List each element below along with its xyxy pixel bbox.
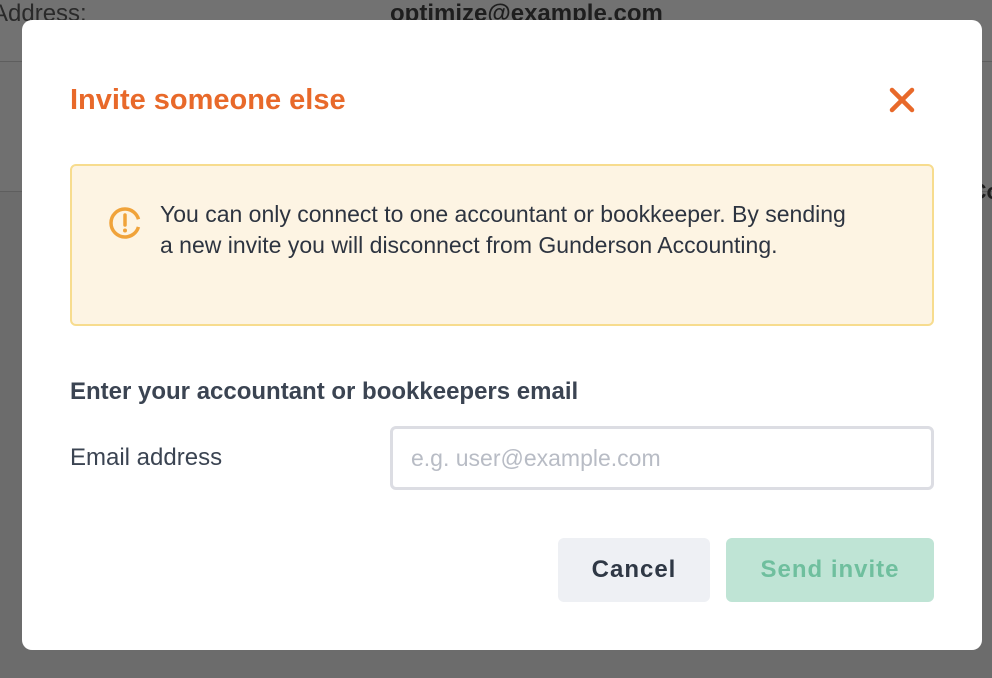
- send-invite-button[interactable]: Send invite: [726, 538, 934, 602]
- warning-text: You can only connect to one accountant o…: [160, 201, 846, 258]
- close-button[interactable]: [884, 82, 920, 118]
- modal-title: Invite someone else: [70, 84, 346, 116]
- cancel-button[interactable]: Cancel: [558, 538, 710, 602]
- invite-modal: Invite someone else You can only connect…: [22, 20, 982, 650]
- close-icon: [889, 87, 915, 113]
- warning-banner: You can only connect to one accountant o…: [70, 164, 934, 326]
- email-label: Email address: [70, 444, 223, 471]
- email-field[interactable]: [390, 426, 934, 490]
- section-heading: Enter your accountant or bookkeepers ema…: [70, 378, 579, 405]
- warning-circle-icon: [109, 207, 141, 239]
